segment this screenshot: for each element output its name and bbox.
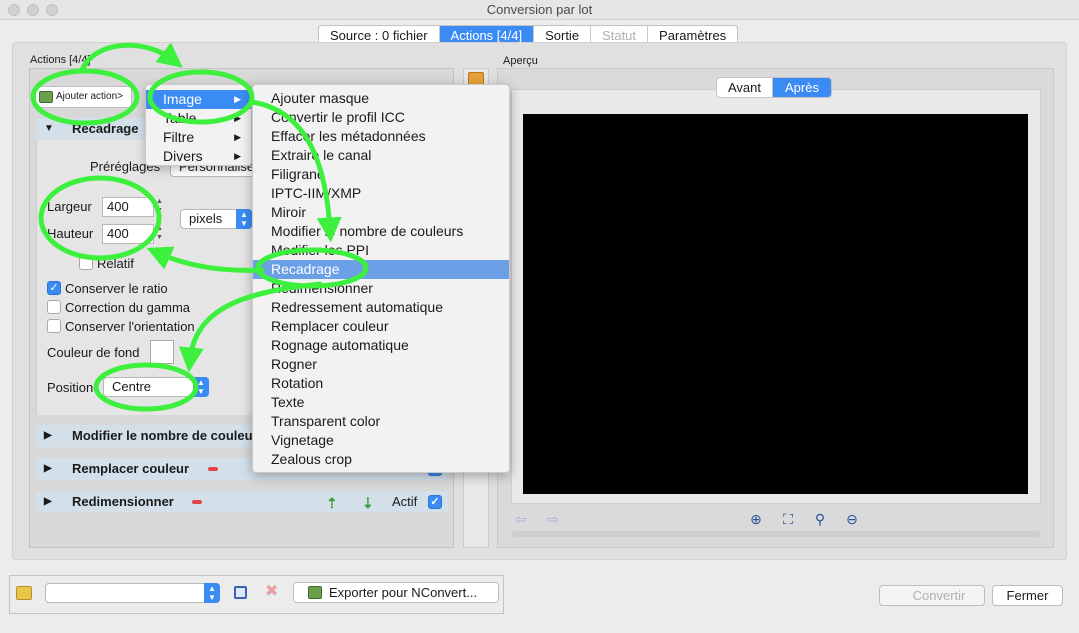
delete-icon[interactable]: ✖ (265, 582, 278, 602)
menu-item-filigrane[interactable]: Filigrane (253, 165, 509, 184)
position-select[interactable]: Centre ▲ ▼ (103, 377, 209, 397)
submenu-arrow-icon: ▶ (234, 113, 241, 123)
menu-item-extraire-canal[interactable]: Extraire le canal (253, 146, 509, 165)
menu-item-table[interactable]: Table ▶ (146, 109, 251, 128)
menu-item-redimensionner[interactable]: Redimensionner (253, 279, 509, 298)
move-down-icon[interactable]: ⇣ (362, 492, 374, 514)
menu-item-ajouter-masque[interactable]: Ajouter masque (253, 89, 509, 108)
remove-icon[interactable] (208, 467, 218, 471)
zoom-out-icon[interactable]: ⊖ (844, 511, 860, 527)
orientation-label: Conserver l'orientation (65, 319, 195, 334)
actions-panel-title: Actions [4/4] (30, 54, 91, 66)
menu-item-recadrage[interactable]: Recadrage (253, 260, 509, 279)
menu-item-rogner[interactable]: Rogner (253, 355, 509, 374)
orientation-checkbox[interactable] (47, 319, 61, 333)
submenu-arrow-icon: ▶ (234, 94, 241, 104)
height-label: Hauteur (47, 226, 94, 241)
chevron-right-icon: ▶ (44, 496, 52, 507)
zoom-icon[interactable]: ⚲ (812, 511, 828, 527)
image-submenu: Ajouter masque Convertir le profil ICC E… (252, 84, 510, 473)
add-action-icon (39, 91, 53, 103)
menu-item-convertir-icc[interactable]: Convertir le profil ICC (253, 108, 509, 127)
menu-item-modifier-ppi[interactable]: Modifier les PPI (253, 241, 509, 260)
menu-item-remplacer-couleur[interactable]: Remplacer couleur (253, 317, 509, 336)
chevron-updown-icon: ▲ ▼ (193, 377, 209, 397)
menu-item-transparent-color[interactable]: Transparent color (253, 412, 509, 431)
window-title: Conversion par lot (486, 2, 593, 17)
unit-select[interactable]: pixels ▲ ▼ (180, 209, 252, 229)
keep-ratio-checkbox[interactable]: ✓ (47, 281, 61, 295)
active-checkbox[interactable]: ✓ (428, 495, 442, 509)
menu-item-rognage-auto[interactable]: Rognage automatique (253, 336, 509, 355)
menu-item-zealous-crop[interactable]: Zealous crop (253, 450, 509, 469)
preview-canvas (523, 114, 1028, 494)
keep-ratio-label: Conserver le ratio (65, 281, 168, 296)
save-icon[interactable] (234, 586, 247, 599)
bg-color-swatch[interactable] (150, 340, 174, 364)
relative-label: Relatif (97, 256, 134, 271)
menu-item-texte[interactable]: Texte (253, 393, 509, 412)
tab-apres[interactable]: Après (773, 78, 831, 97)
arrow-right-icon[interactable]: ⇨ (545, 511, 561, 527)
chevron-updown-icon: ▲ ▼ (236, 209, 252, 229)
width-stepper[interactable]: ▲ ▼ (155, 197, 164, 217)
bg-color-label: Couleur de fond (47, 345, 140, 360)
gamma-label: Correction du gamma (65, 300, 190, 315)
convert-button: Convertir (879, 585, 985, 606)
zoom-in-icon[interactable]: ⊕ (748, 511, 764, 527)
chevron-right-icon: ▶ (44, 430, 52, 441)
preview-panel-title: Aperçu (503, 55, 538, 67)
width-label: Largeur (47, 199, 92, 214)
menu-item-miroir[interactable]: Miroir (253, 203, 509, 222)
remove-icon[interactable] (192, 500, 202, 504)
add-action-menu: Image ▶ Table ▶ Filtre ▶ Divers ▶ (145, 84, 252, 166)
relative-checkbox[interactable] (79, 256, 93, 270)
menu-item-iptc[interactable]: IPTC-IIM/XMP (253, 184, 509, 203)
preset-file-select[interactable]: ▲ ▼ (45, 583, 220, 603)
menu-item-vignetage[interactable]: Vignetage (253, 431, 509, 450)
chevron-updown-icon: ▲ ▼ (204, 583, 220, 603)
close-button[interactable]: Fermer (992, 585, 1063, 606)
width-field[interactable]: 400 (102, 197, 154, 217)
tab-avant[interactable]: Avant (717, 78, 774, 97)
preview-tabs: Avant Après (716, 77, 832, 98)
arrow-left-icon[interactable]: ⇦ (513, 511, 529, 527)
export-icon (308, 586, 322, 599)
chevron-down-icon: ▼ (44, 123, 54, 134)
open-folder-icon[interactable] (16, 586, 32, 600)
title-bar: Conversion par lot (0, 0, 1079, 20)
move-up-icon[interactable]: ⇡ (326, 492, 338, 514)
menu-item-image[interactable]: Image ▶ (146, 90, 251, 109)
gamma-checkbox[interactable] (47, 300, 61, 314)
menu-item-effacer-metadonnees[interactable]: Effacer les métadonnées (253, 127, 509, 146)
chevron-right-icon: ▶ (44, 463, 52, 474)
menu-item-filtre[interactable]: Filtre ▶ (146, 128, 251, 147)
export-nconvert-button[interactable]: Exporter pour NConvert... (293, 582, 499, 603)
submenu-arrow-icon: ▶ (234, 151, 241, 161)
position-label: Position (47, 380, 94, 395)
menu-item-redressement[interactable]: Redressement automatique (253, 298, 509, 317)
menu-item-modifier-couleurs[interactable]: Modifier le nombre de couleurs (253, 222, 509, 241)
submenu-arrow-icon: ▶ (234, 132, 241, 142)
add-action-button[interactable]: Ajouter action> (35, 86, 132, 108)
preview-horizontal-scrollbar[interactable] (511, 531, 1041, 537)
height-stepper[interactable]: ▲ ▼ (155, 224, 164, 244)
section-header-redimensionner[interactable]: ▶ Redimensionner ⇡ ⇣ Actif ✓ (36, 491, 448, 513)
menu-item-rotation[interactable]: Rotation (253, 374, 509, 393)
height-field[interactable]: 400 (102, 224, 154, 244)
menu-item-divers[interactable]: Divers ▶ (146, 147, 251, 166)
section-title: Recadrage (72, 121, 139, 136)
fit-screen-icon[interactable]: ⛶ (780, 511, 796, 527)
